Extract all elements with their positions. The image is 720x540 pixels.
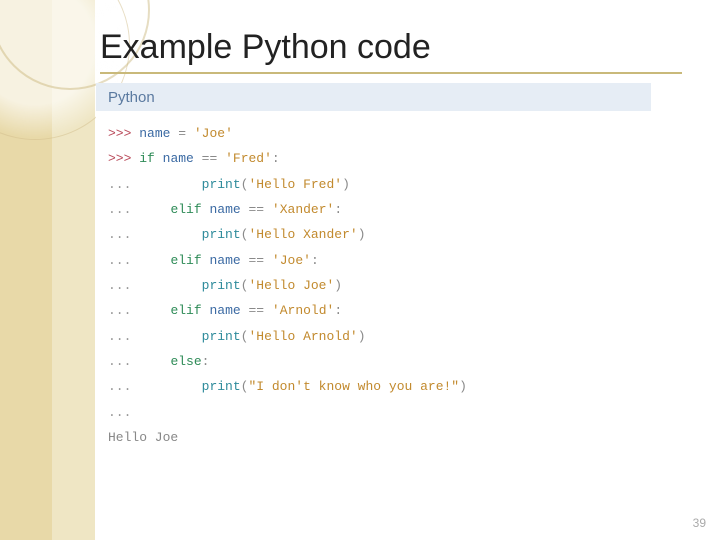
- code-line: ... print("I don't know who you are!"): [108, 374, 639, 399]
- repl-continuation: ...: [108, 379, 139, 394]
- code-token-str: "I don't know who you are!": [248, 379, 459, 394]
- code-token-name: name: [209, 303, 240, 318]
- repl-continuation: ...: [108, 329, 139, 344]
- code-token-str: 'Hello Xander': [248, 227, 357, 242]
- code-line: ... elif name == 'Arnold':: [108, 298, 639, 323]
- code-token-op: :: [272, 151, 280, 166]
- code-token-paren: ): [342, 177, 350, 192]
- code-line: Hello Joe: [108, 425, 639, 450]
- code-token-kw: if: [139, 151, 155, 166]
- code-token-str: 'Hello Fred': [248, 177, 342, 192]
- repl-continuation: ...: [108, 253, 139, 268]
- code-token-op: ==: [249, 253, 265, 268]
- code-line: ... print('Hello Xander'): [108, 222, 639, 247]
- code-language-label: Python: [96, 83, 651, 111]
- code-line: ...: [108, 400, 639, 425]
- code-token-kw: else: [170, 354, 201, 369]
- code-token-str: 'Joe': [194, 126, 233, 141]
- code-token-name: name: [163, 151, 194, 166]
- repl-continuation: ...: [108, 405, 139, 420]
- code-token-str: 'Xander': [272, 202, 334, 217]
- repl-continuation: ...: [108, 227, 139, 242]
- code-token-str: 'Joe': [272, 253, 311, 268]
- code-line: ... else:: [108, 349, 639, 374]
- slide-title: Example Python code: [100, 28, 690, 67]
- code-token-func: print: [202, 278, 241, 293]
- code-token-str: 'Hello Joe': [248, 278, 334, 293]
- code-token-op: :: [311, 253, 319, 268]
- page-number: 39: [693, 516, 706, 530]
- code-token-kw: elif: [170, 202, 201, 217]
- code-token-op: ==: [202, 151, 218, 166]
- code-token-func: print: [202, 177, 241, 192]
- code-token-paren: ): [334, 278, 342, 293]
- code-token-kw: elif: [170, 303, 201, 318]
- code-token-op: :: [202, 354, 210, 369]
- code-line: ... elif name == 'Xander':: [108, 197, 639, 222]
- slide: Example Python code Python >>> name = 'J…: [0, 0, 720, 540]
- code-token-name: name: [139, 126, 170, 141]
- code-line: ... print('Hello Fred'): [108, 172, 639, 197]
- code-line: ... elif name == 'Joe':: [108, 248, 639, 273]
- code-token-op: ==: [249, 202, 265, 217]
- code-token-paren: ): [358, 227, 366, 242]
- code-output: Hello Joe: [108, 430, 178, 445]
- code-body: >>> name = 'Joe'>>> if name == 'Fred':..…: [96, 111, 651, 458]
- code-token-func: print: [202, 227, 241, 242]
- repl-prompt: >>>: [108, 151, 139, 166]
- code-token-name: name: [209, 202, 240, 217]
- code-token-str: 'Hello Arnold': [248, 329, 357, 344]
- repl-continuation: ...: [108, 278, 139, 293]
- repl-prompt: >>>: [108, 126, 139, 141]
- repl-continuation: ...: [108, 202, 139, 217]
- code-token-func: print: [202, 379, 241, 394]
- code-token-op: =: [178, 126, 186, 141]
- code-line: ... print('Hello Joe'): [108, 273, 639, 298]
- code-token-str: 'Arnold': [272, 303, 334, 318]
- code-token-op: ==: [249, 303, 265, 318]
- repl-continuation: ...: [108, 354, 139, 369]
- code-line: >>> name = 'Joe': [108, 121, 639, 146]
- code-token-name: name: [209, 253, 240, 268]
- code-line: >>> if name == 'Fred':: [108, 146, 639, 171]
- code-token-op: :: [334, 303, 342, 318]
- code-token-func: print: [202, 329, 241, 344]
- code-token-kw: elif: [170, 253, 201, 268]
- code-token-paren: ): [459, 379, 467, 394]
- code-token-paren: ): [358, 329, 366, 344]
- code-token-op: :: [334, 202, 342, 217]
- repl-continuation: ...: [108, 303, 139, 318]
- code-panel: Python >>> name = 'Joe'>>> if name == 'F…: [96, 83, 651, 458]
- repl-continuation: ...: [108, 177, 139, 192]
- code-line: ... print('Hello Arnold'): [108, 324, 639, 349]
- title-underline: [100, 72, 682, 74]
- code-token-str: 'Fred': [225, 151, 272, 166]
